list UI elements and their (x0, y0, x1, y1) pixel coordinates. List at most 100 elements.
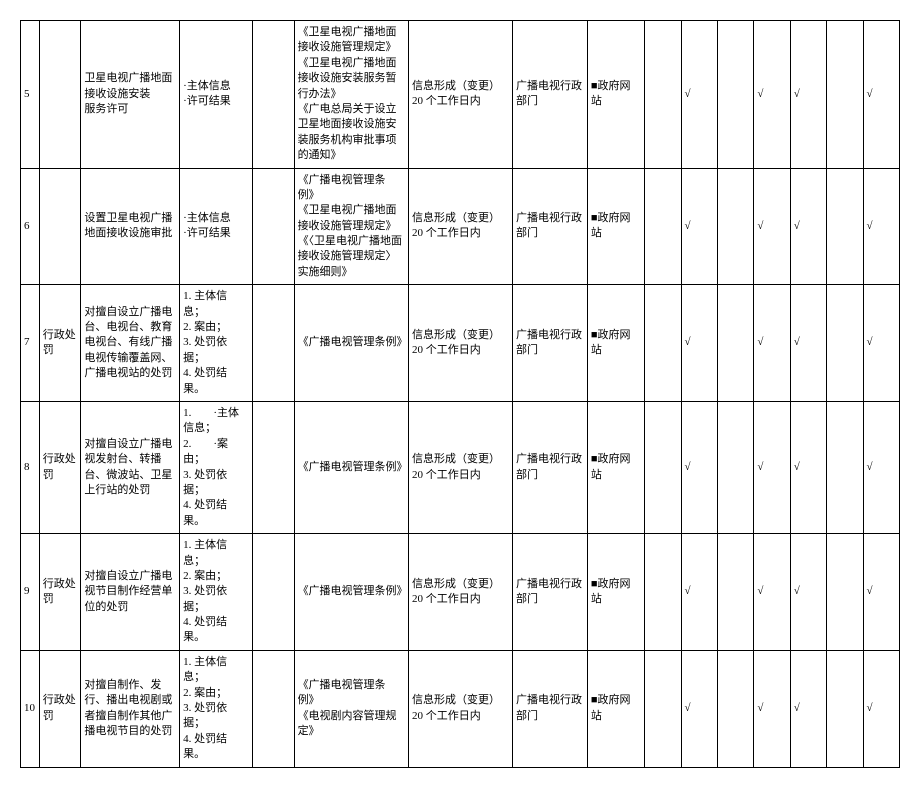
disclosure-table: 5 卫星电视广播地面接收设施安装 服务许可·主体信息 ·许可结果《卫星电视广播地面… (20, 20, 900, 768)
cell-chk-2 (681, 650, 717, 767)
cell-chk-6 (827, 650, 863, 767)
cell-time: 信息形成（变更）20 个工作日内 (408, 401, 512, 533)
cell-basis: 《广播电视管理条例》 《卫星电视广播地面接收设施管理规定》 《〈卫星电视广播地面… (294, 168, 408, 285)
cell-chk-3 (717, 168, 753, 285)
cell-chk-6 (827, 21, 863, 169)
cell-item: 对擅自制作、发行、播出电视剧或者擅自制作其他广播电视节目的处罚 (81, 650, 180, 767)
check-icon (794, 336, 800, 348)
cell-chk-2 (681, 21, 717, 169)
cell-chk-7 (863, 168, 899, 285)
check-icon (757, 220, 763, 232)
cell-item: 设置卫星电视广播地面接收设施审批 (81, 168, 180, 285)
cell-chk-2 (681, 534, 717, 651)
cell-chk-5 (790, 285, 826, 402)
channel-label: 政府网站 (591, 694, 631, 721)
cell-cat: 行政处罚 (39, 534, 81, 651)
check-icon (794, 88, 800, 100)
check-icon (867, 336, 873, 348)
cell-chk-1 (645, 168, 681, 285)
table-row: 9行政处罚对擅自设立广播电视节目制作经营单位的处罚1. 主体信息； 2. 案由；… (21, 534, 900, 651)
check-icon (757, 585, 763, 597)
cell-chk-4 (754, 168, 790, 285)
cell-channel: 政府网站 (587, 534, 644, 651)
cell-chk-3 (717, 401, 753, 533)
cell-chk-5 (790, 534, 826, 651)
check-icon (757, 461, 763, 473)
cell-chk-6 (827, 285, 863, 402)
cell-chk-1 (645, 650, 681, 767)
cell-chk-7 (863, 650, 899, 767)
check-icon (867, 461, 873, 473)
cell-chk-1 (645, 401, 681, 533)
check-icon (794, 702, 800, 714)
table-row: 5 卫星电视广播地面接收设施安装 服务许可·主体信息 ·许可结果《卫星电视广播地面… (21, 21, 900, 169)
cell-chk-1 (645, 534, 681, 651)
filled-square-icon (591, 694, 598, 706)
cell-channel: 政府网站 (587, 21, 644, 169)
cell-chk-4 (754, 21, 790, 169)
cell-idx: 10 (21, 650, 40, 767)
cell-chk-7 (863, 21, 899, 169)
filled-square-icon (591, 212, 598, 224)
cell-dept: 广播电视行政部门 (513, 21, 588, 169)
table-row: 10行政处罚对擅自制作、发行、播出电视剧或者擅自制作其他广播电视节目的处罚1. … (21, 650, 900, 767)
cell-chk-2 (681, 168, 717, 285)
cell-idx: 6 (21, 168, 40, 285)
cell-channel: 政府网站 (587, 650, 644, 767)
filled-square-icon (591, 329, 598, 341)
filled-square-icon (591, 453, 598, 465)
cell-channel: 政府网站 (587, 168, 644, 285)
cell-content: 1. 主体信息； 2. 案由； 3. 处罚依据； 4. 处罚结果。 (180, 534, 253, 651)
cell-item: 对擅自设立广播电台、电视台、教育电视台、有线广播电视传输覆盖网、广播电视站的处罚 (81, 285, 180, 402)
table-row: 6 设置卫星电视广播地面接收设施审批·主体信息 ·许可结果《广播电视管理条例》 《… (21, 168, 900, 285)
check-icon (867, 88, 873, 100)
cell-item: 对擅自设立广播电视节目制作经营单位的处罚 (81, 534, 180, 651)
cell-item: 卫星电视广播地面接收设施安装 服务许可 (81, 21, 180, 169)
cell-spacer-1 (252, 21, 294, 169)
cell-basis: 《卫星电视广播地面接收设施管理规定》 《卫星电视广播地面接收设施安装服务暂行办法… (294, 21, 408, 169)
check-icon (757, 336, 763, 348)
cell-chk-6 (827, 401, 863, 533)
cell-spacer-1 (252, 168, 294, 285)
cell-content: 1. ·主体信息； 2. ·案由； 3. 处罚依据； 4. 处罚结果。 (180, 401, 253, 533)
cell-chk-5 (790, 401, 826, 533)
cell-time: 信息形成（变更）20 个工作日内 (408, 21, 512, 169)
channel-label: 政府网站 (591, 329, 631, 356)
cell-spacer-1 (252, 285, 294, 402)
cell-idx: 9 (21, 534, 40, 651)
cell-chk-1 (645, 21, 681, 169)
channel-label: 政府网站 (591, 578, 631, 605)
cell-chk-2 (681, 285, 717, 402)
check-icon (794, 461, 800, 473)
cell-idx: 5 (21, 21, 40, 169)
cell-chk-7 (863, 285, 899, 402)
check-icon (757, 702, 763, 714)
cell-content: 1. 主体信息； 2. 案由； 3. 处罚依据； 4. 处罚结果。 (180, 650, 253, 767)
cell-item: 对擅自设立广播电视发射台、转播台、微波站、卫星上行站的处罚 (81, 401, 180, 533)
cell-content: 1. 主体信息； 2. 案由； 3. 处罚依据； 4. 处罚结果。 (180, 285, 253, 402)
cell-chk-4 (754, 285, 790, 402)
cell-content: ·主体信息 ·许可结果 (180, 21, 253, 169)
cell-spacer-1 (252, 650, 294, 767)
cell-dept: 广播电视行政部门 (513, 650, 588, 767)
cell-basis: 《广播电视管理条例》 (294, 401, 408, 533)
check-icon (867, 220, 873, 232)
cell-chk-7 (863, 401, 899, 533)
cell-idx: 7 (21, 285, 40, 402)
cell-content: ·主体信息 ·许可结果 (180, 168, 253, 285)
cell-spacer-1 (252, 534, 294, 651)
check-icon (685, 88, 691, 100)
check-icon (794, 585, 800, 597)
cell-cat: 行政处罚 (39, 285, 81, 402)
cell-dept: 广播电视行政部门 (513, 285, 588, 402)
check-icon (685, 702, 691, 714)
cell-chk-3 (717, 534, 753, 651)
filled-square-icon (591, 80, 598, 92)
channel-label: 政府网站 (591, 80, 631, 107)
channel-label: 政府网站 (591, 453, 631, 480)
cell-basis: 《广播电视管理条例》 (294, 534, 408, 651)
table-row: 8行政处罚对擅自设立广播电视发射台、转播台、微波站、卫星上行站的处罚1. ·主体… (21, 401, 900, 533)
cell-basis: 《广播电视管理条例》 《电视剧内容管理规定》 (294, 650, 408, 767)
cell-chk-3 (717, 650, 753, 767)
cell-chk-5 (790, 168, 826, 285)
